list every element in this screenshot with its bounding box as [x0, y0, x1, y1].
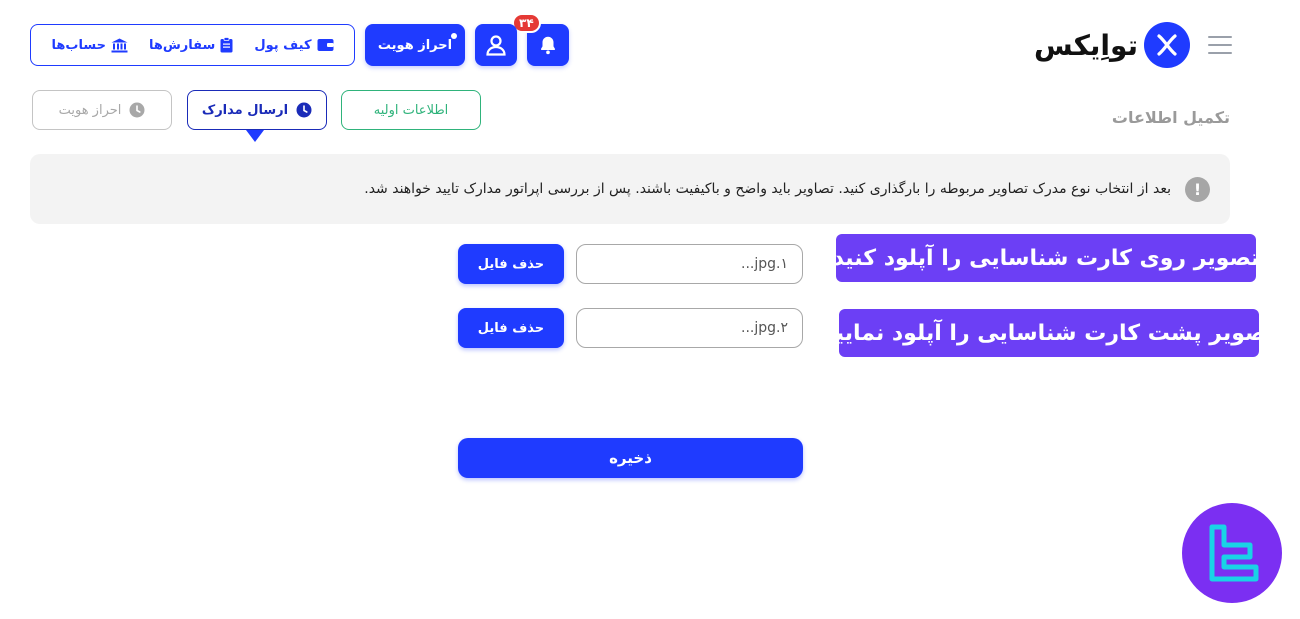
notice-text: بعد از انتخاب نوع مدرک تصاویر مربوطه را … — [364, 181, 1171, 197]
brand-name: تواِیکس — [1034, 28, 1139, 62]
profile-button[interactable] — [475, 24, 517, 66]
clock-icon — [296, 102, 312, 118]
hamburger-menu-icon[interactable] — [1208, 33, 1232, 57]
watermark-logo — [1182, 503, 1282, 603]
clipboard-icon — [220, 37, 233, 53]
step-send-documents-label: ارسال مدارک — [201, 102, 289, 118]
bank-icon — [111, 38, 128, 52]
nav-orders[interactable]: سفارش‌ها — [149, 37, 233, 53]
kyc-button-label: احراز هویت — [377, 37, 453, 53]
kyc-button[interactable]: احراز هویت — [365, 24, 465, 66]
clock-icon — [129, 102, 145, 118]
save-button[interactable]: ذخیره — [458, 438, 803, 478]
brand[interactable]: تواِیکس — [1034, 22, 1191, 68]
nav-accounts-label: حساب‌ها — [51, 37, 106, 53]
nav-accounts[interactable]: حساب‌ها — [52, 38, 128, 53]
nav-orders-label: سفارش‌ها — [148, 37, 216, 53]
front-id-upload-label: تصویر روی کارت شناسایی را آپلود کنید — [833, 234, 1259, 282]
front-id-file-input[interactable]: jpg.۱... — [576, 244, 803, 284]
info-notice: ! بعد از انتخاب نوع مدرک تصاویر مربوطه ر… — [30, 154, 1230, 224]
step-verification[interactable]: احراز هویت — [32, 90, 172, 130]
back-id-file-input[interactable]: jpg.۲... — [576, 308, 803, 348]
step-send-documents[interactable]: ارسال مدارک — [187, 90, 327, 130]
page-title: تکمیل اطلاعات — [1111, 108, 1230, 127]
watermark-logo-icon — [1209, 524, 1259, 582]
nav-wallet-label: کیف پول — [254, 37, 312, 53]
kyc-status-dot — [451, 33, 457, 39]
wallet-icon — [317, 39, 333, 51]
step-basic-info-label: اطلاعات اولیه — [373, 102, 449, 118]
nav-wallet[interactable]: کیف پول — [254, 38, 333, 53]
delete-front-file-button[interactable]: حذف فایل — [458, 244, 564, 284]
step-basic-info[interactable]: اطلاعات اولیه — [341, 90, 481, 130]
delete-back-file-button[interactable]: حذف فایل — [458, 308, 564, 348]
top-nav: کیف پول سفارش‌ها حساب‌ها — [30, 24, 355, 66]
exclamation-icon: ! — [1185, 176, 1210, 202]
back-id-upload-label: تصویر پشت کارت شناسایی را آپلود نمایید — [823, 309, 1275, 357]
active-step-pointer — [246, 130, 264, 142]
user-icon — [486, 35, 506, 56]
bell-icon — [541, 36, 555, 55]
brand-logo-icon — [1144, 22, 1191, 68]
step-verification-label: احراز هویت — [58, 102, 122, 118]
